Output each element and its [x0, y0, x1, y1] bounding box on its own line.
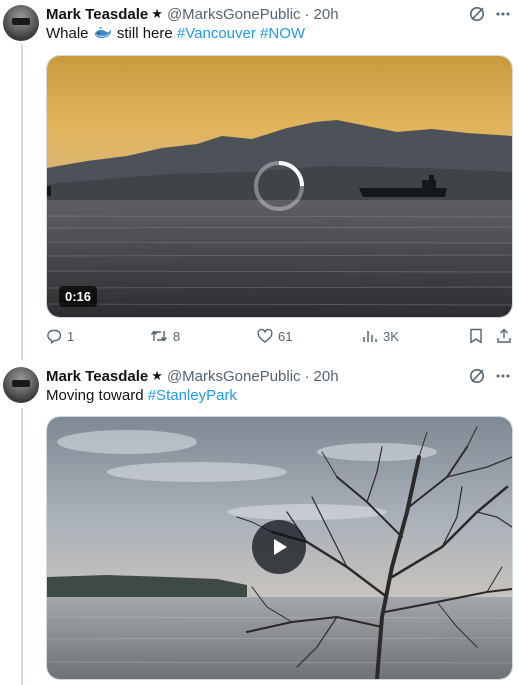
bookmark-icon	[470, 328, 482, 344]
more-icon[interactable]	[495, 368, 511, 384]
share-button[interactable]	[496, 328, 512, 344]
header-actions	[469, 6, 511, 22]
like-button[interactable]: 61	[257, 328, 292, 344]
grok-icon[interactable]	[469, 6, 485, 22]
video-duration: 0:16	[59, 286, 98, 307]
reply-icon	[47, 329, 62, 344]
timestamp[interactable]: 20h	[314, 6, 339, 23]
author-handle[interactable]: @MarksGonePublic	[167, 368, 301, 385]
author-name[interactable]: Mark Teasdale	[46, 368, 148, 385]
loading-spinner-icon	[252, 159, 306, 218]
grok-icon[interactable]	[469, 368, 485, 384]
tweet-header: Mark Teasdale ★ @MarksGonePublic · 20h	[46, 4, 339, 24]
tweet-text: Moving toward #StanleyPark	[46, 386, 237, 406]
avatar[interactable]	[3, 5, 39, 41]
tweet-text-part: still here	[116, 25, 177, 42]
hashtag-link[interactable]: #NOW	[260, 25, 305, 42]
tweet-actions: 1 8 61 3K	[46, 328, 511, 348]
separator-dot: ·	[304, 5, 310, 23]
timestamp[interactable]: 20h	[314, 368, 339, 385]
tweet-header: Mark Teasdale ★ @MarksGonePublic · 20h	[46, 366, 339, 386]
tweet-text-part: Whale	[46, 25, 89, 42]
views-button[interactable]: 3K	[362, 328, 399, 344]
play-button[interactable]	[252, 520, 306, 574]
thread-line	[21, 44, 23, 360]
views-count: 3K	[383, 328, 399, 344]
hashtag-link[interactable]: #Vancouver	[177, 25, 256, 42]
video-player[interactable]	[46, 416, 513, 680]
author-handle[interactable]: @MarksGonePublic	[167, 6, 301, 23]
header-actions	[469, 368, 511, 384]
more-icon[interactable]	[495, 6, 511, 22]
reply-count: 1	[67, 328, 75, 344]
avatar[interactable]	[3, 367, 39, 403]
whale-emoji-icon	[94, 26, 112, 46]
reply-button[interactable]: 1	[46, 328, 74, 344]
views-icon	[363, 331, 377, 342]
verified-badge: ★	[151, 6, 163, 21]
bookmark-button[interactable]	[469, 328, 483, 344]
repost-button[interactable]: 8	[150, 328, 180, 344]
like-icon	[257, 328, 273, 343]
tweet-text: Whale still here #Vancouver #NOW	[46, 24, 305, 46]
hashtag-link[interactable]: #StanleyPark	[148, 387, 237, 404]
separator-dot: ·	[304, 367, 310, 385]
verified-badge: ★	[151, 368, 163, 383]
play-icon	[274, 539, 287, 555]
share-icon	[497, 328, 511, 343]
video-player[interactable]: 0:16	[46, 55, 513, 318]
like-count: 61	[278, 328, 293, 344]
author-name[interactable]: Mark Teasdale	[46, 6, 148, 23]
thread-line	[21, 408, 23, 685]
tweet-text-part: Moving toward	[46, 387, 148, 404]
repost-icon	[150, 330, 168, 342]
repost-count: 8	[173, 328, 181, 344]
